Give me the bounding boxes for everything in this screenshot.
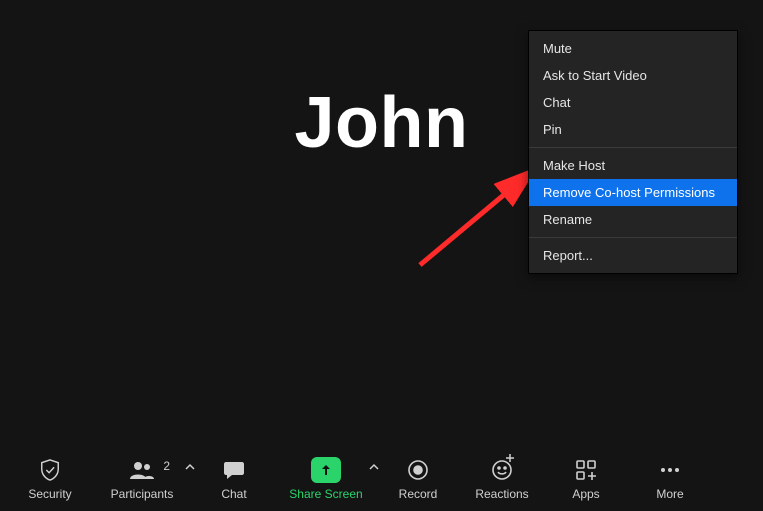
share-screen-icon — [311, 457, 341, 483]
participants-count: 2 — [163, 459, 170, 473]
share-screen-label: Share Screen — [289, 487, 362, 501]
menu-separator — [529, 147, 737, 148]
participants-label: Participants — [111, 487, 174, 501]
menu-item-pin[interactable]: Pin — [529, 116, 737, 143]
participants-icon — [127, 457, 157, 483]
reactions-label: Reactions — [475, 487, 528, 501]
meeting-toolbar: Security 2 Participants Chat — [0, 447, 763, 511]
menu-item-ask-start-video[interactable]: Ask to Start Video — [529, 62, 737, 89]
record-button[interactable]: Record — [376, 449, 460, 509]
more-icon — [658, 457, 682, 483]
more-label: More — [656, 487, 683, 501]
reactions-button[interactable]: Reactions — [460, 449, 544, 509]
chat-button[interactable]: Chat — [192, 449, 276, 509]
menu-item-make-host[interactable]: Make Host — [529, 152, 737, 179]
chat-icon — [222, 457, 246, 483]
apps-icon — [575, 457, 597, 483]
plus-icon — [505, 453, 515, 463]
video-area: John Mute Ask to Start Video Chat Pin Ma… — [0, 0, 763, 447]
shield-icon — [39, 457, 61, 483]
menu-item-remove-cohost[interactable]: Remove Co-host Permissions — [529, 179, 737, 206]
menu-separator — [529, 237, 737, 238]
chat-label: Chat — [221, 487, 246, 501]
menu-item-mute[interactable]: Mute — [529, 35, 737, 62]
participants-button[interactable]: 2 Participants — [92, 449, 192, 509]
record-icon — [407, 457, 429, 483]
reactions-icon — [491, 457, 513, 483]
menu-item-chat[interactable]: Chat — [529, 89, 737, 116]
share-screen-button[interactable]: Share Screen — [276, 449, 376, 509]
more-button[interactable]: More — [628, 449, 712, 509]
apps-label: Apps — [572, 487, 599, 501]
menu-item-rename[interactable]: Rename — [529, 206, 737, 233]
security-button[interactable]: Security — [8, 449, 92, 509]
record-label: Record — [399, 487, 438, 501]
participant-context-menu: Mute Ask to Start Video Chat Pin Make Ho… — [528, 30, 738, 274]
security-label: Security — [28, 487, 71, 501]
menu-item-report[interactable]: Report... — [529, 242, 737, 269]
apps-button[interactable]: Apps — [544, 449, 628, 509]
